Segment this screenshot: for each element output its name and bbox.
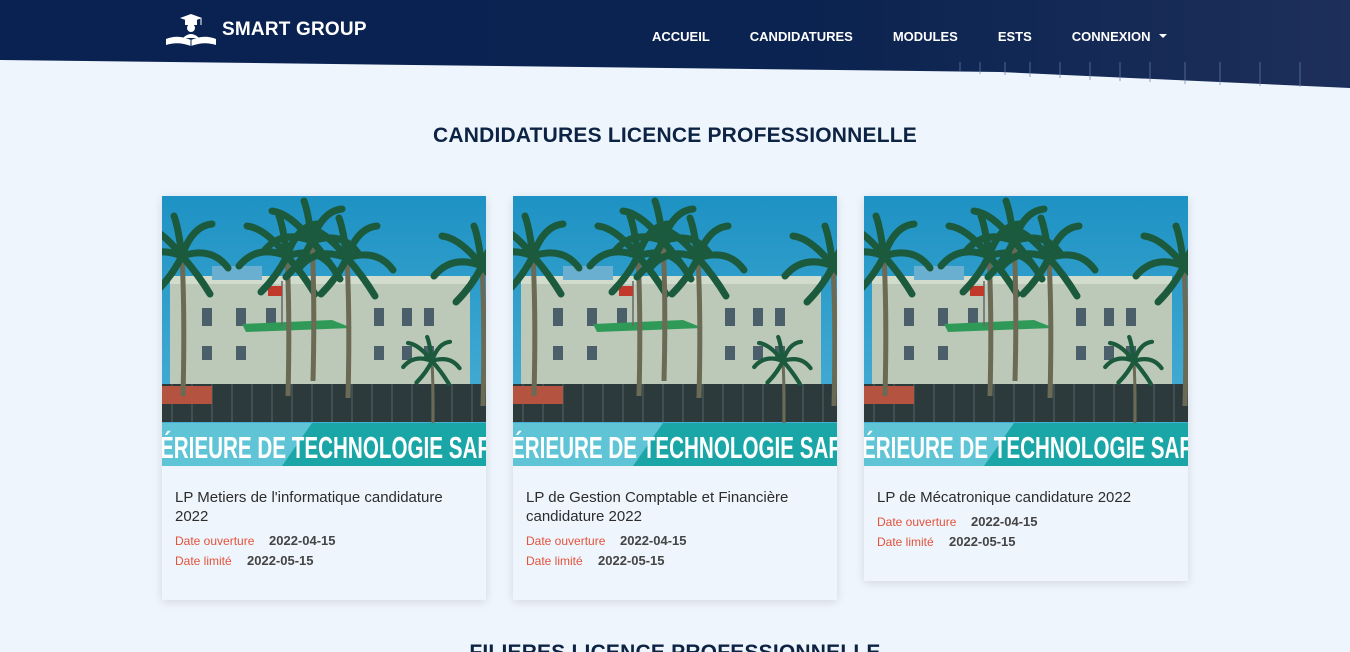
card-body: LP Metiers de l'informatique candidature… bbox=[162, 466, 486, 568]
candidature-card[interactable]: ÉRIEURE DE TECHNOLOGIE SAF LP de Mécatro… bbox=[864, 196, 1188, 581]
filieres-section-title: FILIERES LICENCE PROFESSIONNELLE bbox=[0, 641, 1350, 652]
limit-date-value: 2022-05-15 bbox=[949, 534, 1016, 549]
limit-date-row: Date limité 2022-05-15 bbox=[175, 553, 473, 568]
open-date-value: 2022-04-15 bbox=[620, 533, 687, 548]
open-date-value: 2022-04-15 bbox=[269, 533, 336, 548]
nav-accueil-label: ACCUEIL bbox=[652, 28, 710, 44]
card-body: LP de Mécatronique candidature 2022 Date… bbox=[864, 466, 1188, 549]
card-banner-text: ÉRIEURE DE TECHNOLOGIE SAF bbox=[864, 430, 1188, 465]
card-body: LP de Gestion Comptable et Financière ca… bbox=[513, 466, 837, 568]
open-date-label: Date ouverture bbox=[175, 534, 255, 548]
limit-date-label: Date limité bbox=[526, 554, 583, 568]
nav-accueil[interactable]: ACCUEIL bbox=[652, 29, 710, 44]
brand-name: SMART GROUP bbox=[222, 19, 367, 40]
main-nav: ACCUEIL CANDIDATURES MODULES ESTS CONNEX… bbox=[632, 0, 1187, 72]
open-date-label: Date ouverture bbox=[526, 534, 606, 548]
nav-modules-label: MODULES bbox=[892, 28, 958, 44]
school-building-image: ÉRIEURE DE TECHNOLOGIE SAF bbox=[864, 196, 1188, 466]
card-title: LP de Mécatronique candidature 2022 bbox=[877, 489, 1132, 506]
limit-date-label: Date limité bbox=[877, 535, 934, 549]
limit-date-row: Date limité 2022-05-15 bbox=[877, 534, 1175, 549]
card-banner-text: ÉRIEURE DE TECHNOLOGIE SAF bbox=[162, 430, 486, 465]
card-title: LP Metiers de l'informatique candidature… bbox=[175, 489, 443, 525]
candidature-card[interactable]: ÉRIEURE DE TECHNOLOGIE SAF LP de Gestion… bbox=[513, 196, 837, 600]
limit-date-value: 2022-05-15 bbox=[598, 553, 665, 568]
nav-connexion-dropdown[interactable]: CONNEXION bbox=[1072, 29, 1167, 44]
nav-connexion-label: CONNEXION bbox=[1071, 28, 1151, 44]
school-building-image: ÉRIEURE DE TECHNOLOGIE SAF bbox=[162, 196, 486, 466]
school-building-image: ÉRIEURE DE TECHNOLOGIE SAF bbox=[513, 196, 837, 466]
site-header: SMART GROUP ACCUEIL CANDIDATURES MODULES… bbox=[0, 0, 1350, 90]
brand-link[interactable]: SMART GROUP bbox=[164, 12, 367, 48]
limit-date-value: 2022-05-15 bbox=[247, 553, 314, 568]
graduate-book-logo-icon bbox=[166, 14, 216, 46]
open-date-row: Date ouverture 2022-04-15 bbox=[877, 514, 1175, 529]
open-date-row: Date ouverture 2022-04-15 bbox=[175, 533, 473, 548]
open-date-label: Date ouverture bbox=[877, 515, 957, 529]
candidatures-section-title: CANDIDATURES LICENCE PROFESSIONNELLE bbox=[432, 124, 917, 147]
nav-ests[interactable]: ESTS bbox=[998, 29, 1032, 44]
caret-down-icon bbox=[1158, 34, 1167, 38]
card-title: LP de Gestion Comptable et Financière ca… bbox=[526, 489, 789, 525]
nav-candidatures[interactable]: CANDIDATURES bbox=[750, 29, 853, 44]
open-date-row: Date ouverture 2022-04-15 bbox=[526, 533, 824, 548]
open-date-value: 2022-04-15 bbox=[971, 514, 1038, 529]
candidature-card[interactable]: ÉRIEURE DE TECHNOLOGIE SAF LP Metiers de… bbox=[162, 196, 486, 600]
limit-date-label: Date limité bbox=[175, 554, 232, 568]
nav-modules[interactable]: MODULES bbox=[893, 29, 958, 44]
limit-date-row: Date limité 2022-05-15 bbox=[526, 553, 824, 568]
nav-ests-label: ESTS bbox=[997, 28, 1032, 44]
card-banner-text: ÉRIEURE DE TECHNOLOGIE SAF bbox=[513, 430, 837, 465]
nav-candidatures-label: CANDIDATURES bbox=[749, 28, 853, 44]
